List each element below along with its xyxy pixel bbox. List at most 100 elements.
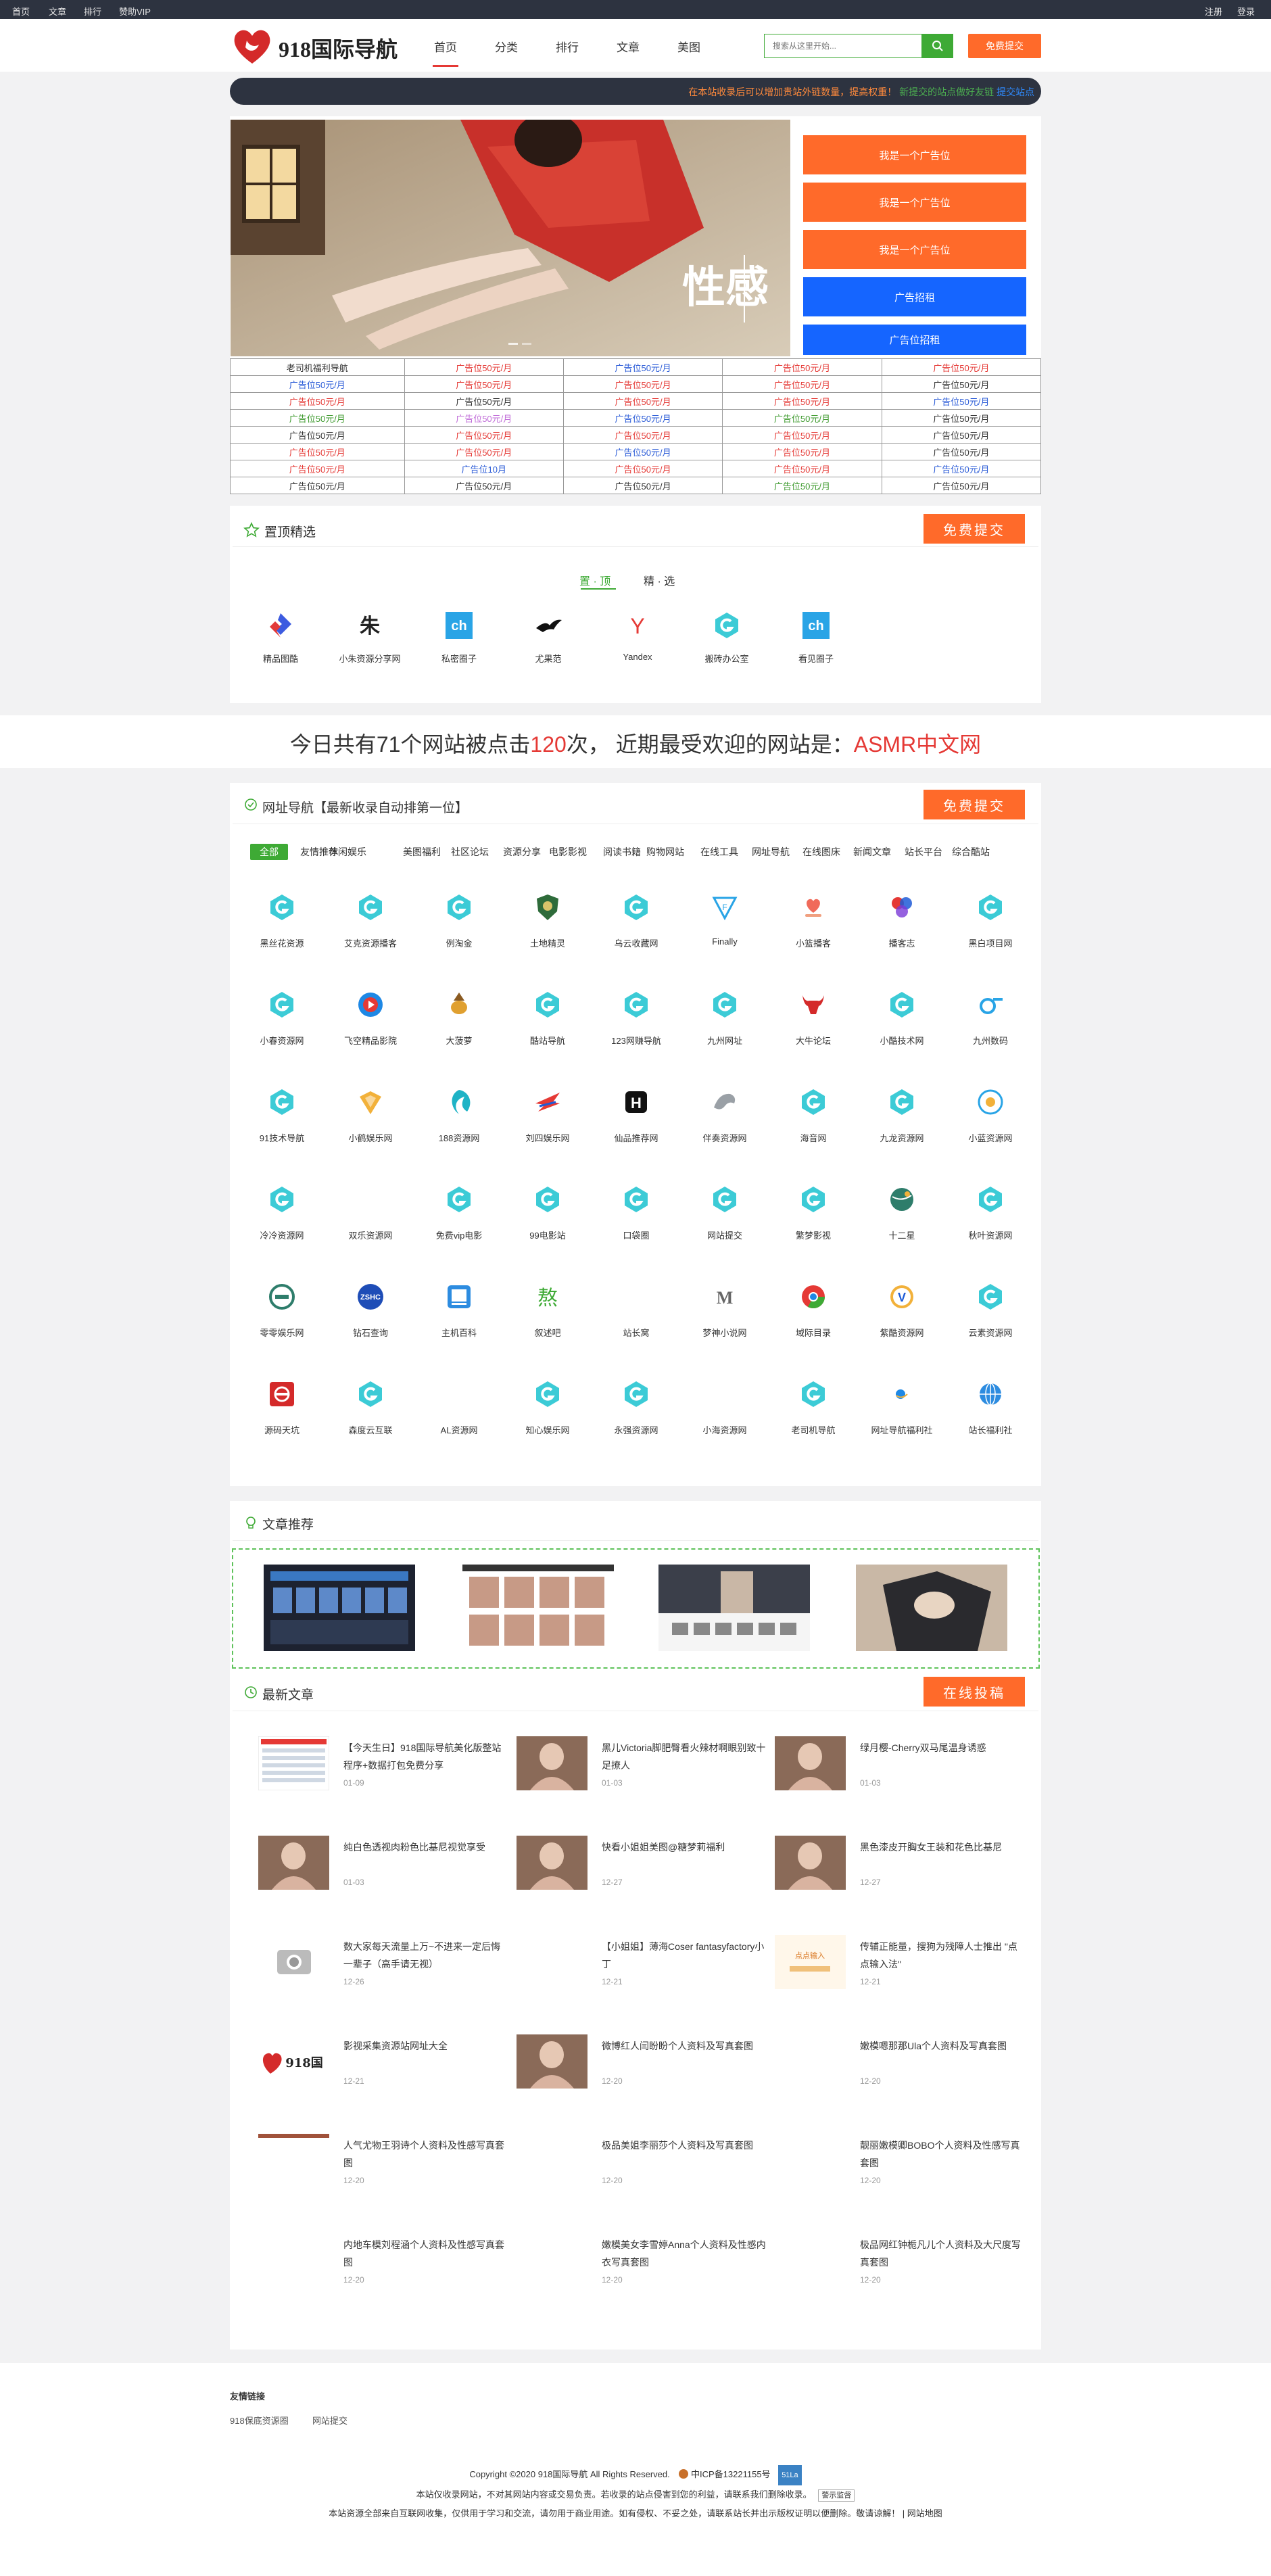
article-title[interactable]: 微博红人闫盼盼个人资料及写真套图 bbox=[602, 2037, 767, 2055]
nav-categories[interactable]: 分类 bbox=[495, 38, 518, 55]
ad-table-cell[interactable]: 广告位50元/月 bbox=[881, 409, 1042, 427]
nav-home[interactable]: 首页 bbox=[434, 38, 457, 55]
tab-pinned[interactable]: 置 · 顶 bbox=[579, 572, 610, 588]
ad-table-cell[interactable]: 广告位50元/月 bbox=[881, 375, 1042, 393]
article-thumbnail[interactable] bbox=[258, 1935, 329, 1989]
ad-table-cell[interactable]: 广告位50元/月 bbox=[404, 443, 564, 460]
site-item[interactable]: 飞空精品影院 bbox=[327, 988, 414, 1076]
topbar-login-link[interactable]: 登录 bbox=[1237, 5, 1255, 18]
friend-link-2[interactable]: 网站提交 bbox=[312, 2414, 347, 2427]
article-title[interactable]: 数大家每天流量上万~不进来一定后悔一辈子（高手请无视） bbox=[343, 1938, 508, 1973]
ad-table-cell[interactable]: 广告位10月 bbox=[404, 460, 564, 477]
ad-table-cell[interactable]: 广告位50元/月 bbox=[404, 477, 564, 494]
category-tab[interactable]: 在线工具 bbox=[700, 845, 738, 859]
site-item[interactable]: 小蓝资源网 bbox=[946, 1085, 1034, 1173]
icp-link[interactable]: 中ICP备13221155号 bbox=[691, 2469, 771, 2479]
ad-table-cell[interactable]: 广告位50元/月 bbox=[881, 426, 1042, 444]
article-item[interactable]: 内地车模刘程涵个人资料及性感写真套图 12-20 bbox=[258, 2233, 508, 2314]
site-item[interactable]: 酷站导航 bbox=[504, 988, 592, 1076]
top-pick-item[interactable]: ch 私密圈子 bbox=[415, 609, 503, 696]
article-thumbnail[interactable] bbox=[775, 1736, 846, 1790]
article-title[interactable]: 【小姐姐】薄海Coser fantasyfactory小丁 bbox=[602, 1938, 767, 1973]
site-item[interactable]: ZSHC 钻石查询 bbox=[327, 1280, 414, 1368]
site-item[interactable]: 小篮播客 bbox=[769, 890, 857, 978]
category-tab[interactable]: 在线图床 bbox=[802, 845, 840, 859]
ad-table-cell[interactable]: 广告位50元/月 bbox=[230, 426, 405, 444]
site-item[interactable]: 免费vip电影 bbox=[415, 1183, 503, 1270]
site-item[interactable]: 伴奏资源网 bbox=[681, 1085, 769, 1173]
site-item[interactable]: 小酷技术网 bbox=[858, 988, 946, 1076]
article-thumbnail[interactable] bbox=[775, 2034, 846, 2089]
site-item[interactable]: 站长福利社 bbox=[946, 1377, 1034, 1465]
site-item[interactable]: 域际目录 bbox=[769, 1280, 857, 1368]
site-item[interactable]: 云素资源网 bbox=[946, 1280, 1034, 1368]
tab-featured[interactable]: 精 · 选 bbox=[644, 572, 675, 588]
site-item[interactable]: 知心娱乐网 bbox=[504, 1377, 592, 1465]
article-title[interactable]: 影视采集资源站网址大全 bbox=[343, 2037, 508, 2055]
ad-table-cell[interactable]: 广告位50元/月 bbox=[722, 443, 882, 460]
article-title[interactable]: 黑儿Victoria脚肥臀看火辣材啊眼别致十足撩人 bbox=[602, 1739, 767, 1774]
article-thumbnail[interactable] bbox=[258, 2233, 329, 2287]
article-item[interactable]: 嫩模美女李雪婷Anna个人资料及性感内衣写真套图 12-20 bbox=[517, 2233, 767, 2314]
article-thumbnail[interactable] bbox=[517, 2233, 587, 2287]
top-pick-item[interactable]: 精品图酷 bbox=[237, 609, 325, 696]
site-item[interactable]: 永强资源网 bbox=[592, 1377, 680, 1465]
recommended-article-thumbnail[interactable] bbox=[658, 1565, 810, 1651]
article-item[interactable]: 快看小姐姐美图@糖梦莉福利 12-27 bbox=[517, 1836, 767, 1917]
submit-article-button[interactable]: 在线投稿 bbox=[924, 1677, 1025, 1707]
category-tab[interactable]: 社区论坛 bbox=[451, 845, 489, 859]
ad-table-cell[interactable]: 广告位50元/月 bbox=[230, 443, 405, 460]
category-tab[interactable]: 新闻文章 bbox=[853, 845, 891, 859]
site-item[interactable]: 例淘金 bbox=[415, 890, 503, 978]
site-item[interactable]: 91技术导航 bbox=[238, 1085, 326, 1173]
category-tab[interactable]: 资源分享 bbox=[503, 845, 541, 859]
site-item[interactable]: 九州数码 bbox=[946, 988, 1034, 1076]
logo-text[interactable]: 918国际导航 bbox=[279, 32, 398, 64]
article-thumbnail[interactable] bbox=[517, 1836, 587, 1890]
article-item[interactable]: 嫩模嗯那那Ula个人资料及写真套图 12-20 bbox=[775, 2034, 1025, 2116]
article-item[interactable]: 人气尤物王羽诗个人资料及性感写真套图 12-20 bbox=[258, 2134, 508, 2215]
article-thumbnail[interactable] bbox=[258, 1836, 329, 1890]
ad-button-1[interactable]: 我是一个广告位 bbox=[803, 135, 1026, 174]
article-item[interactable]: 极品网红钟栀凡儿个人资料及大尺度写真套图 12-20 bbox=[775, 2233, 1025, 2314]
article-title[interactable]: 极品网红钟栀凡儿个人资料及大尺度写真套图 bbox=[860, 2236, 1025, 2271]
article-item[interactable]: 极品美姐李丽莎个人资料及写真套图 12-20 bbox=[517, 2134, 767, 2215]
site-item[interactable]: 九龙资源网 bbox=[858, 1085, 946, 1173]
ad-table-cell[interactable]: 广告位50元/月 bbox=[722, 460, 882, 477]
top-picks-submit-button[interactable]: 免费提交 bbox=[924, 514, 1025, 544]
site-item[interactable]: 老司机导航 bbox=[769, 1377, 857, 1465]
ad-table-cell[interactable]: 广告位50元/月 bbox=[722, 358, 882, 376]
notice-text-3[interactable]: 提交站点 bbox=[997, 87, 1034, 97]
article-title[interactable]: 极品美姐李丽莎个人资料及写真套图 bbox=[602, 2137, 767, 2154]
site-item[interactable]: 冷冷资源网 bbox=[238, 1183, 326, 1270]
article-title[interactable]: 人气尤物王羽诗个人资料及性感写真套图 bbox=[343, 2137, 508, 2172]
ad-table-cell[interactable]: 广告位50元/月 bbox=[562, 409, 723, 427]
top-pick-item[interactable]: 尤果范 bbox=[504, 609, 592, 696]
site-item[interactable]: 艾克资源播客 bbox=[327, 890, 414, 978]
hero-banner-image[interactable]: 性感 bbox=[231, 120, 790, 356]
topbar-link-articles[interactable]: 文章 bbox=[49, 5, 66, 18]
ad-table-cell[interactable]: 广告位50元/月 bbox=[230, 460, 405, 477]
directory-submit-button[interactable]: 免费提交 bbox=[924, 790, 1025, 819]
site-item[interactable]: 刘四娱乐网 bbox=[504, 1085, 592, 1173]
search-input[interactable] bbox=[765, 34, 921, 57]
site-item[interactable]: 99电影站 bbox=[504, 1183, 592, 1270]
site-item[interactable]: 123网赚导航 bbox=[592, 988, 680, 1076]
nav-ranking[interactable]: 排行 bbox=[556, 38, 579, 55]
article-thumbnail[interactable] bbox=[517, 2134, 587, 2188]
header-submit-button[interactable]: 免费提交 bbox=[968, 34, 1041, 58]
category-tab[interactable]: 休闲娱乐 bbox=[329, 845, 366, 859]
site-item[interactable]: 小海资源网 bbox=[681, 1377, 769, 1465]
article-thumbnail[interactable] bbox=[258, 2134, 329, 2188]
site-item[interactable]: 大菠萝 bbox=[415, 988, 503, 1076]
site-item[interactable]: AL资源网 bbox=[415, 1377, 503, 1465]
article-title[interactable]: 传辅正能量，搜狗为残障人士推出 "点点输入法" bbox=[860, 1938, 1025, 1973]
site-item[interactable]: 零零娱乐网 bbox=[238, 1280, 326, 1368]
search-button[interactable] bbox=[921, 34, 953, 57]
article-item[interactable]: 【今天生日】918国际导航美化版整站程序+数据打包免费分享 01-09 bbox=[258, 1736, 508, 1817]
site-item[interactable]: 站长窝 bbox=[592, 1280, 680, 1368]
site-item[interactable]: 土地精灵 bbox=[504, 890, 592, 978]
ad-table-cell[interactable]: 广告位50元/月 bbox=[404, 375, 564, 393]
recommended-article-thumbnail[interactable] bbox=[856, 1565, 1007, 1651]
verify-badge[interactable]: 警示监督 bbox=[818, 2489, 855, 2502]
